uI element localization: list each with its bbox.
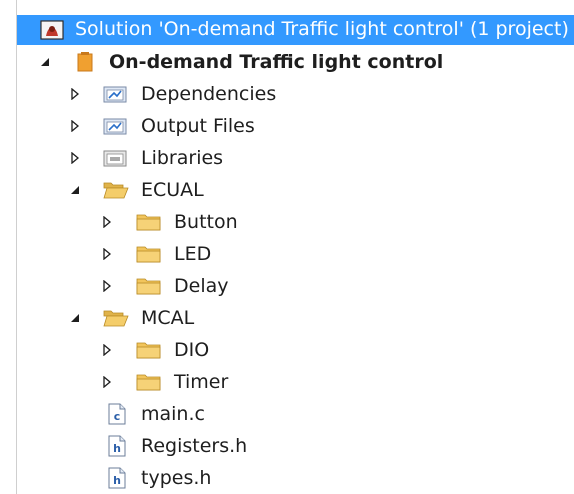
folder-icon <box>136 211 161 233</box>
expand-arrow-icon[interactable] <box>101 366 115 398</box>
tree-node-timer[interactable]: Timer <box>17 366 574 398</box>
tree-label: DIO <box>174 339 210 361</box>
expand-arrow-icon[interactable] <box>69 110 83 142</box>
tree-node-libraries[interactable]: Libraries <box>17 142 574 174</box>
expand-arrow-icon[interactable] <box>101 206 115 238</box>
collapse-arrow-icon[interactable] <box>69 302 83 334</box>
tree-label: Delay <box>174 275 229 297</box>
expand-arrow-icon[interactable] <box>69 142 83 174</box>
folder-icon <box>136 371 161 393</box>
project-icon <box>73 51 97 73</box>
tree-node-registers-h[interactable]: h Registers.h <box>17 430 574 462</box>
folder-open-icon <box>103 307 129 329</box>
tree-node-project[interactable]: On-demand Traffic light control <box>17 46 574 78</box>
tree-node-types-h[interactable]: h types.h <box>17 462 574 494</box>
tree-label: LED <box>174 243 212 265</box>
reference-folder-icon <box>103 115 127 137</box>
expand-arrow-icon[interactable] <box>101 238 115 270</box>
c-file-icon: c <box>107 403 131 425</box>
h-file-icon: h <box>107 435 131 457</box>
tree-node-button[interactable]: Button <box>17 206 574 238</box>
tree-label: ECUAL <box>141 179 204 201</box>
svg-text:c: c <box>114 410 121 423</box>
svg-text:h: h <box>113 474 121 487</box>
tree-node-solution[interactable]: Solution 'On-demand Traffic light contro… <box>17 15 574 45</box>
tree-node-dependencies[interactable]: Dependencies <box>17 78 574 110</box>
left-border <box>0 0 17 494</box>
tree-node-led[interactable]: LED <box>17 238 574 270</box>
solution-label: Solution 'On-demand Traffic light contro… <box>75 18 569 40</box>
h-file-icon: h <box>107 467 131 489</box>
tree-node-output-files[interactable]: Output Files <box>17 110 574 142</box>
expand-arrow-icon[interactable] <box>101 270 115 302</box>
tree-label: types.h <box>141 467 212 489</box>
tree-label: Output Files <box>141 115 255 137</box>
collapse-arrow-icon[interactable] <box>69 174 83 206</box>
reference-folder-icon <box>103 83 127 105</box>
expand-arrow-icon[interactable] <box>101 334 115 366</box>
tree-label: MCAL <box>141 307 195 329</box>
tree-label: Dependencies <box>141 83 277 105</box>
expand-arrow-icon[interactable] <box>69 78 83 110</box>
solution-explorer-tree: Solution 'On-demand Traffic light contro… <box>17 0 574 494</box>
tree-label: Timer <box>174 371 229 393</box>
library-folder-icon <box>103 147 127 169</box>
folder-open-icon <box>103 179 129 201</box>
solution-icon <box>40 19 64 41</box>
tree-node-ecual[interactable]: ECUAL <box>17 174 574 206</box>
tree-node-delay[interactable]: Delay <box>17 270 574 302</box>
tree-node-main-c[interactable]: c main.c <box>17 398 574 430</box>
tree-node-mcal[interactable]: MCAL <box>17 302 574 334</box>
tree-label: Libraries <box>141 147 224 169</box>
project-label: On-demand Traffic light control <box>109 51 444 73</box>
svg-text:h: h <box>113 442 121 455</box>
collapse-arrow-icon[interactable] <box>39 46 53 78</box>
folder-icon <box>136 275 161 297</box>
folder-icon <box>136 243 161 265</box>
tree-node-dio[interactable]: DIO <box>17 334 574 366</box>
folder-icon <box>136 339 161 361</box>
tree-label: Registers.h <box>141 435 248 457</box>
tree-label: main.c <box>141 403 205 425</box>
tree-label: Button <box>174 211 238 233</box>
